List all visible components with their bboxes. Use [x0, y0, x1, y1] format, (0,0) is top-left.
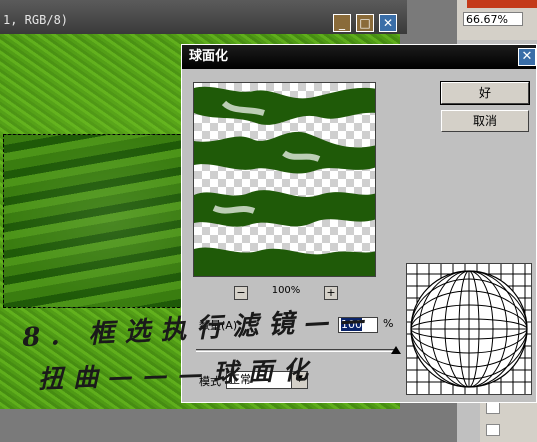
preview-image: [194, 86, 375, 276]
navigator-zoom-field[interactable]: 66.67%: [463, 12, 523, 26]
canvas-pasteboard-bottom: [0, 409, 400, 442]
preview-zoom-level: 100%: [271, 285, 301, 296]
amount-slider-thumb[interactable]: [391, 346, 401, 354]
minimize-icon: _: [339, 16, 345, 30]
zoom-in-button[interactable]: +: [324, 286, 338, 300]
dialog-title: 球面化: [182, 45, 536, 69]
cancel-button[interactable]: 取消: [441, 110, 529, 132]
navigator-view-box: [467, 0, 537, 8]
amount-unit: %: [383, 317, 394, 330]
dialog-close-button[interactable]: ✕: [518, 48, 536, 66]
document-close-button[interactable]: ✕: [379, 14, 397, 32]
zoom-out-button[interactable]: −: [234, 286, 248, 300]
marquee-selection[interactable]: [3, 134, 185, 308]
spherize-grid-preview: [406, 263, 532, 395]
filter-preview[interactable]: [193, 82, 376, 277]
eye-icon[interactable]: [486, 402, 500, 414]
eye-icon[interactable]: [486, 424, 500, 436]
close-icon: ✕: [382, 16, 394, 30]
minimize-button[interactable]: _: [333, 14, 351, 32]
close-icon: ✕: [521, 49, 533, 64]
maximize-button[interactable]: □: [356, 14, 374, 32]
ok-button[interactable]: 好: [440, 81, 530, 105]
spherize-dialog: 球面化 ✕ − 100% + 好 取消 数量(A): 100 % 模式 正常 ▼: [181, 44, 537, 403]
sphere-grid-icon: [407, 264, 531, 394]
maximize-icon: □: [359, 16, 371, 30]
